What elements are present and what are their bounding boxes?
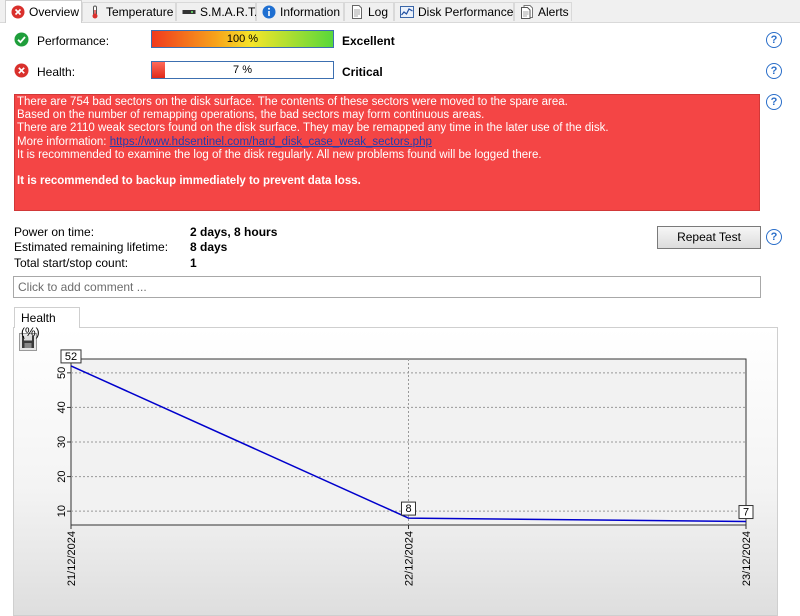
data-label: 52 — [65, 351, 77, 363]
y-tick-label: 10 — [56, 505, 68, 517]
x-tick-label: 23/12/2024 — [741, 531, 753, 586]
y-tick-label: 40 — [56, 401, 68, 413]
tab-overview[interactable]: Overview — [5, 0, 82, 23]
health-chart: 10 20 30 40 50 21/12/2024 22/12/2024 23/12/2024… — [56, 349, 754, 586]
x-tick-label: 22/12/2024 — [404, 531, 416, 586]
x-tick-label: 21/12/2024 — [66, 531, 78, 586]
data-label: 8 — [405, 503, 411, 515]
y-tick-label: 20 — [56, 470, 68, 482]
y-tick-label: 50 — [56, 367, 68, 379]
data-label: 7 — [743, 507, 749, 519]
y-tick-label: 30 — [56, 436, 68, 448]
tab-health-chart[interactable]: Health (%) — [14, 307, 80, 339]
tab-label: Overview — [29, 5, 80, 19]
error-icon — [11, 5, 25, 19]
